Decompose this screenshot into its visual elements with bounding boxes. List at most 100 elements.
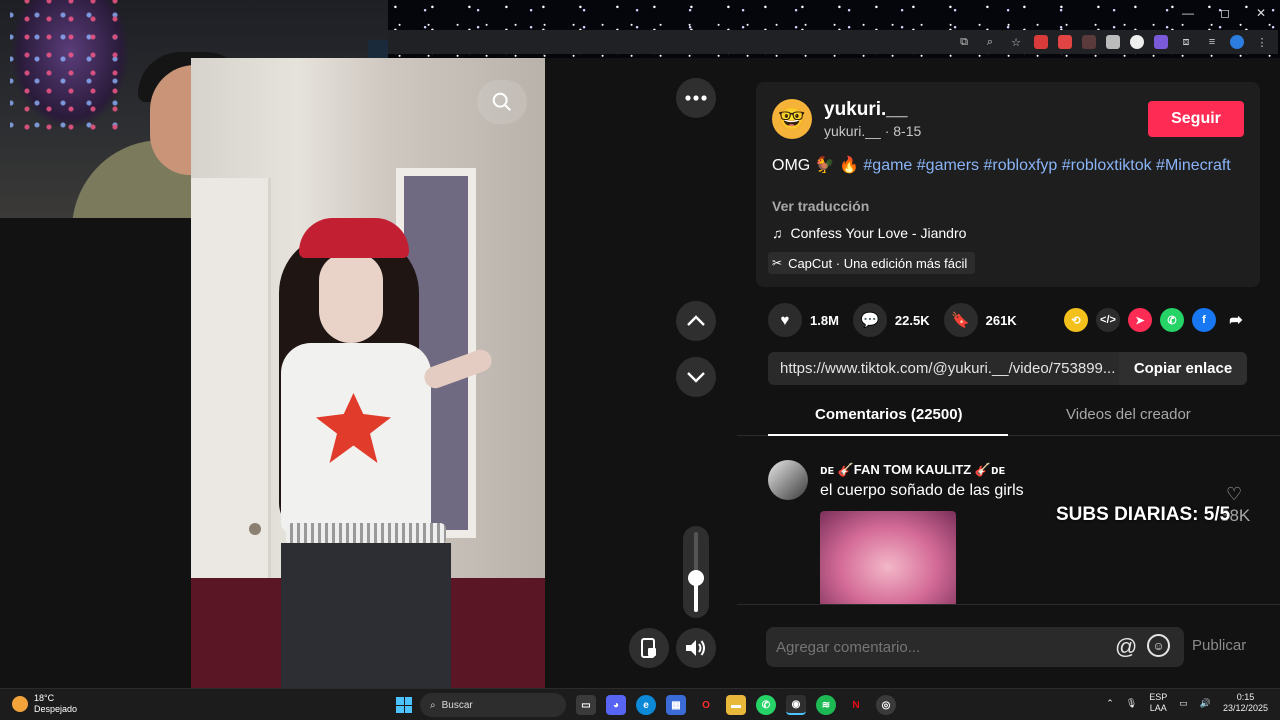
music-title: Confess Your Love - Jiandro [790, 225, 967, 241]
extension-icon[interactable] [1130, 35, 1144, 49]
comment-bubble-icon: 💬 [852, 303, 887, 337]
edge-icon[interactable]: e [636, 695, 656, 715]
comment-image[interactable] [820, 511, 956, 604]
hashtag-link[interactable]: #Minecraft [1156, 157, 1231, 174]
facebook-icon[interactable]: f [1192, 308, 1216, 332]
bookmark-star-icon[interactable]: ☆ [1008, 34, 1024, 50]
language-indicator[interactable]: ESP LAA [1149, 692, 1167, 714]
volume-icon[interactable]: 🔊 [1200, 698, 1211, 709]
media-icon[interactable]: ≡ [1204, 34, 1220, 50]
copy-link-button[interactable]: Copiar enlace [1119, 352, 1247, 385]
hashtag-link[interactable]: #gamers [917, 157, 979, 174]
share-arrow-icon[interactable]: ➦ [1224, 308, 1248, 332]
bookmark-icon: 🔖 [943, 303, 978, 337]
search-icon: ⌕ [430, 699, 436, 711]
store-icon[interactable]: ▦ [666, 695, 686, 715]
tab-comments[interactable]: Comentarios (22500) [815, 406, 963, 423]
address-bar[interactable]: ⧉ ⌕ ☆ ⧈ ≡ ⋮ [388, 30, 1278, 54]
capcut-label: CapCut · Una edición más fácil [788, 255, 968, 271]
puzzle-extensions-icon[interactable]: ⧈ [1178, 34, 1194, 50]
volume-slider-handle[interactable] [688, 570, 704, 586]
weather-widget[interactable]: 18°C Despejado [12, 693, 77, 715]
send-icon[interactable]: ➤ [1128, 308, 1152, 332]
task-view-icon[interactable]: ▭ [576, 695, 596, 715]
video-player[interactable] [191, 58, 545, 688]
left-background [0, 218, 191, 688]
netflix-icon[interactable]: N [846, 695, 866, 715]
weather-desc: Despejado [34, 704, 78, 714]
repost-icon[interactable]: ⟲ [1064, 308, 1088, 332]
chevron-down-icon [687, 372, 705, 383]
language-code: ESP [1149, 692, 1168, 702]
like-action[interactable]: ♥ 1.8M [768, 303, 839, 337]
spotify-icon[interactable]: ≋ [816, 695, 836, 715]
emoji-icon[interactable]: ☺ [1147, 634, 1170, 657]
capcut-badge[interactable]: ✂ CapCut · Una edición más fácil [768, 252, 976, 274]
like-count: 1.8M [810, 312, 839, 328]
obs-icon[interactable]: ◎ [876, 695, 896, 715]
comment-action[interactable]: 💬 22.5K [852, 303, 930, 337]
clock-time: 0:15 [1236, 692, 1255, 702]
comment-avatar[interactable] [768, 460, 808, 500]
previous-video-button[interactable] [676, 301, 716, 341]
music-note-icon: ♫ [772, 225, 783, 241]
hashtag-link[interactable]: #robloxfyp [983, 157, 1057, 174]
volume-button[interactable] [676, 628, 716, 668]
share-link-box: https://www.tiktok.com/@yukuri.__/video/… [768, 352, 1247, 385]
share-link-text[interactable]: https://www.tiktok.com/@yukuri.__/video/… [768, 360, 1119, 377]
video-description: OMG 🐓 🔥 #game #gamers #robloxfyp #roblox… [772, 155, 1242, 176]
menu-dots-icon[interactable]: ⋮ [1254, 34, 1270, 50]
tab-creator-videos[interactable]: Videos del creador [1066, 406, 1191, 423]
more-icon [685, 95, 707, 101]
extension-icon[interactable] [1034, 35, 1048, 49]
file-explorer-icon[interactable]: ▬ [726, 695, 746, 715]
youtube-extension-icon[interactable] [1058, 35, 1072, 49]
creator-username[interactable]: yukuri.__ [824, 99, 907, 121]
follow-button[interactable]: Seguir [1148, 101, 1244, 137]
opera-icon[interactable]: O [696, 695, 716, 715]
close-icon[interactable]: ✕ [1256, 6, 1266, 20]
hashtag-link[interactable]: #game [863, 157, 912, 174]
capcut-icon: ✂ [772, 256, 783, 270]
comment-author[interactable]: ᴅᴇ 🎸FAN TOM KAULITZ 🎸ᴅᴇ [820, 462, 1005, 478]
comment-count: 22.5K [894, 312, 930, 328]
maximize-icon[interactable]: ◻ [1220, 6, 1230, 20]
mini-player-icon [641, 638, 656, 658]
discord-icon[interactable]: ◕ [606, 695, 626, 715]
hashtag-link[interactable]: #robloxtiktok [1062, 157, 1152, 174]
zoom-icon[interactable]: ⌕ [982, 34, 998, 50]
more-options-button[interactable] [676, 78, 716, 118]
chevron-up-icon[interactable]: ⌃ [1106, 698, 1114, 709]
engagement-actions: ♥ 1.8M 💬 22.5K 🔖 261K [768, 302, 1017, 338]
mini-player-button[interactable] [629, 628, 669, 668]
minimize-icon[interactable]: — [1182, 6, 1194, 20]
microphone-icon[interactable]: 🎙 [1126, 698, 1137, 709]
embed-code-icon[interactable]: </> [1096, 308, 1120, 332]
comment-heart-icon[interactable]: ♡ [1226, 484, 1242, 505]
whatsapp-icon[interactable]: ✆ [1160, 308, 1184, 332]
weather-moon-icon [12, 696, 28, 712]
share-buttons: ⟲ </> ➤ ✆ f ➦ [1064, 308, 1248, 332]
whatsapp-icon[interactable]: ✆ [756, 695, 776, 715]
save-action[interactable]: 🔖 261K [943, 303, 1017, 337]
publish-button[interactable]: Publicar [1192, 637, 1246, 654]
mention-icon[interactable]: @ [1115, 634, 1137, 660]
creator-avatar[interactable]: 🤓 [772, 99, 812, 139]
start-button[interactable] [396, 697, 412, 713]
next-video-button[interactable] [676, 357, 716, 397]
network-icon[interactable]: ▭ [1179, 698, 1188, 709]
extension-icon[interactable] [1154, 35, 1168, 49]
install-icon[interactable]: ⧉ [956, 34, 972, 50]
shield-extension-icon[interactable] [1106, 35, 1120, 49]
translate-link[interactable]: Ver traducción [772, 198, 869, 214]
extension-icon[interactable] [1082, 35, 1096, 49]
taskbar-search[interactable]: ⌕ Buscar [420, 693, 566, 717]
chrome-icon[interactable]: ◉ [786, 695, 806, 715]
search-button[interactable] [477, 80, 527, 124]
music-link[interactable]: ♫ Confess Your Love - Jiandro [772, 225, 966, 241]
video-jeans [281, 543, 451, 688]
christmas-tree [10, 0, 130, 130]
save-count: 261K [985, 312, 1017, 328]
profile-avatar-icon[interactable] [1230, 35, 1244, 49]
clock[interactable]: 0:15 23/12/2025 [1223, 692, 1268, 714]
